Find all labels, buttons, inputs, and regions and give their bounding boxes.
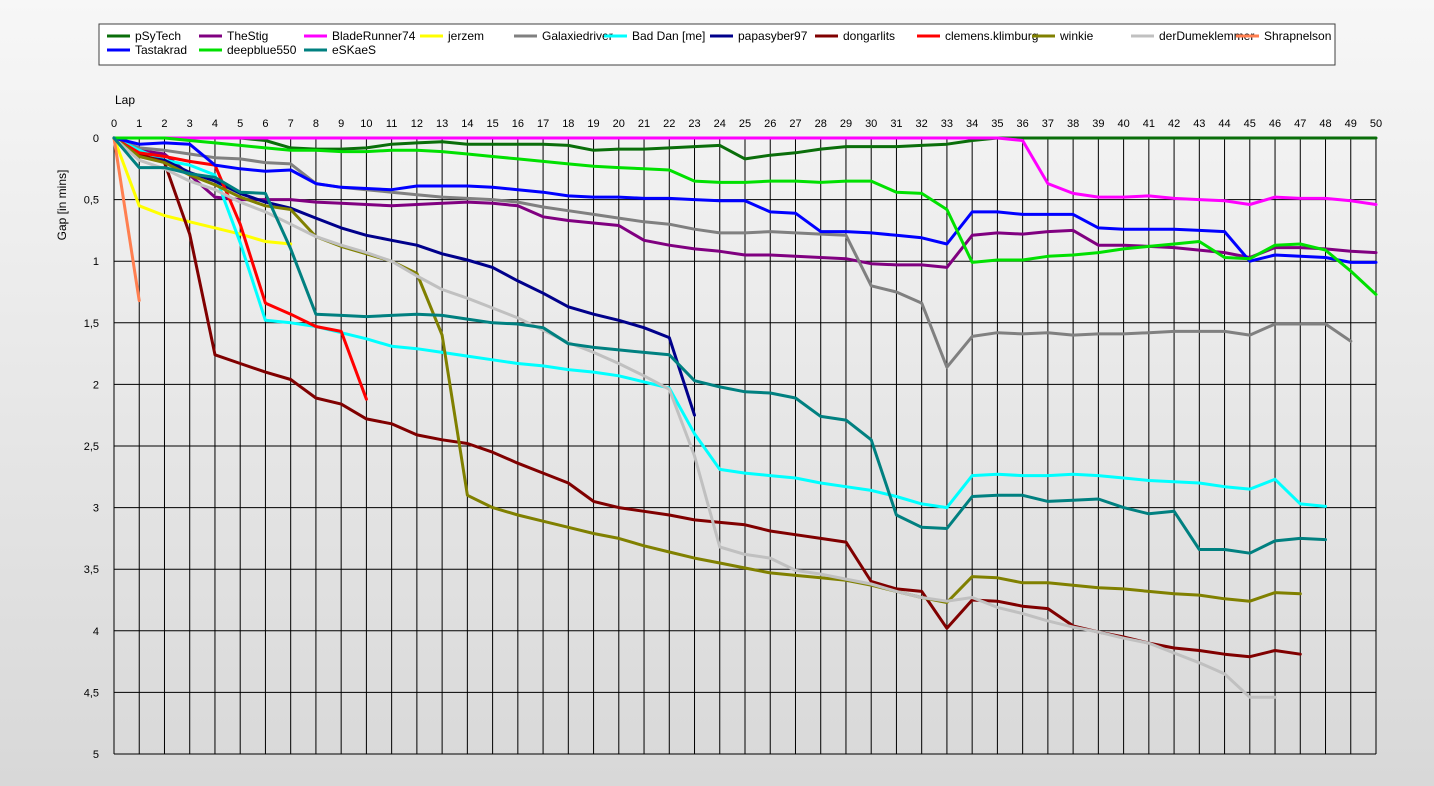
x-tick-label: 8 xyxy=(313,118,319,130)
x-tick-label: 36 xyxy=(1017,118,1029,130)
legend-label: dongarlits xyxy=(843,29,895,43)
x-tick-label: 5 xyxy=(237,118,243,130)
x-tick-label: 14 xyxy=(461,118,473,130)
x-tick-label: 6 xyxy=(262,118,268,130)
x-tick-label: 30 xyxy=(865,118,877,130)
x-tick-label: 28 xyxy=(815,118,827,130)
x-tick-label: 21 xyxy=(638,118,650,130)
x-tick-label: 24 xyxy=(714,118,726,130)
x-tick-label: 1 xyxy=(136,118,142,130)
y-tick-label: 1 xyxy=(93,256,99,268)
x-tick-label: 33 xyxy=(941,118,953,130)
x-tick-label: 32 xyxy=(916,118,928,130)
x-tick-label: 7 xyxy=(288,118,294,130)
x-tick-label: 0 xyxy=(111,118,117,130)
series-line xyxy=(112,136,1302,659)
x-tick-label: 15 xyxy=(486,118,498,130)
x-tick-label: 42 xyxy=(1168,118,1180,130)
legend-label: Bad Dan [me] xyxy=(632,29,705,43)
x-tick-label: 9 xyxy=(338,118,344,130)
x-tick-label: 4 xyxy=(212,118,218,130)
legend-label: jerzem xyxy=(447,29,484,43)
x-tick-label: 34 xyxy=(966,118,978,130)
x-tick-label: 10 xyxy=(360,118,372,130)
legend-label: pSyTech xyxy=(135,29,181,43)
y-tick-label: 2 xyxy=(93,379,99,391)
x-tick-label: 19 xyxy=(587,118,599,130)
y-tick-label: 5 xyxy=(93,749,99,761)
x-tick-label: 47 xyxy=(1294,118,1306,130)
x-tick-label: 46 xyxy=(1269,118,1281,130)
x-tick-label: 23 xyxy=(688,118,700,130)
x-tick-labels: 0 1 2 3 4 5 6 7 8 9 10 11 12 13 14 15 16 17 18 19 20 21 22 23 24… xyxy=(111,118,1382,130)
y-tick-label: 3,5 xyxy=(84,564,99,576)
x-tick-label: 31 xyxy=(890,118,902,130)
x-tick-label: 35 xyxy=(991,118,1003,130)
lap-gap-chart: pSyTech TheStig BladeRunner74 jerzem Galaxie… xyxy=(55,23,1382,761)
y-tick-label: 4 xyxy=(93,626,99,638)
x-tick-label: 18 xyxy=(562,118,574,130)
x-tick-label: 29 xyxy=(840,118,852,130)
x-axis-title: Lap xyxy=(115,93,135,107)
legend-label: TheStig xyxy=(227,29,268,43)
x-tick-label: 11 xyxy=(386,118,397,130)
legend-label: BladeRunner74 xyxy=(332,29,416,43)
legend-label: clemens.klimburg xyxy=(945,29,1038,43)
legend-label: deepblue550 xyxy=(227,43,297,57)
x-tick-label: 50 xyxy=(1370,118,1382,130)
x-tick-label: 49 xyxy=(1345,118,1357,130)
x-tick-label: 37 xyxy=(1042,118,1054,130)
x-tick-label: 13 xyxy=(436,118,448,130)
y-tick-label: 2,5 xyxy=(84,441,99,453)
x-tick-label: 44 xyxy=(1218,118,1230,130)
legend-label: Shrapnelson xyxy=(1264,29,1331,43)
x-tick-label: 40 xyxy=(1117,118,1129,130)
x-tick-label: 39 xyxy=(1092,118,1104,130)
legend-label: Galaxiedriver xyxy=(542,29,613,43)
x-tick-label: 38 xyxy=(1067,118,1079,130)
legend-label: winkie xyxy=(1059,29,1094,43)
x-tick-label: 43 xyxy=(1193,118,1205,130)
x-tick-label: 16 xyxy=(512,118,524,130)
x-tick-label: 12 xyxy=(411,118,423,130)
x-tick-label: 25 xyxy=(739,118,751,130)
x-tick-label: 26 xyxy=(764,118,776,130)
x-tick-label: 41 xyxy=(1143,118,1155,130)
x-tick-label: 48 xyxy=(1319,118,1331,130)
legend-label: Tastakrad xyxy=(135,43,187,57)
y-tick-label: 0,5 xyxy=(84,195,99,207)
x-tick-label: 27 xyxy=(789,118,801,130)
x-tick-label: 22 xyxy=(663,118,675,130)
y-axis-title: Gap [in mins] xyxy=(55,170,69,241)
y-tick-labels: 0 0,5 1 1,5 2 2,5 3 3,5 4 4,5 5 xyxy=(84,133,99,761)
x-tick-label: 20 xyxy=(613,118,625,130)
y-tick-label: 3 xyxy=(93,503,99,515)
y-tick-label: 0 xyxy=(93,133,99,145)
x-tick-label: 3 xyxy=(187,118,193,130)
x-tick-label: 45 xyxy=(1244,118,1256,130)
x-tick-label: 17 xyxy=(537,118,549,130)
legend: pSyTech TheStig BladeRunner74 jerzem Galaxie… xyxy=(98,23,1336,66)
y-tick-label: 4,5 xyxy=(84,687,99,699)
legend-label: papasyber97 xyxy=(738,29,808,43)
legend-label: eSKaeS xyxy=(332,43,376,57)
y-tick-label: 1,5 xyxy=(84,318,99,330)
x-tick-label: 2 xyxy=(161,118,167,130)
